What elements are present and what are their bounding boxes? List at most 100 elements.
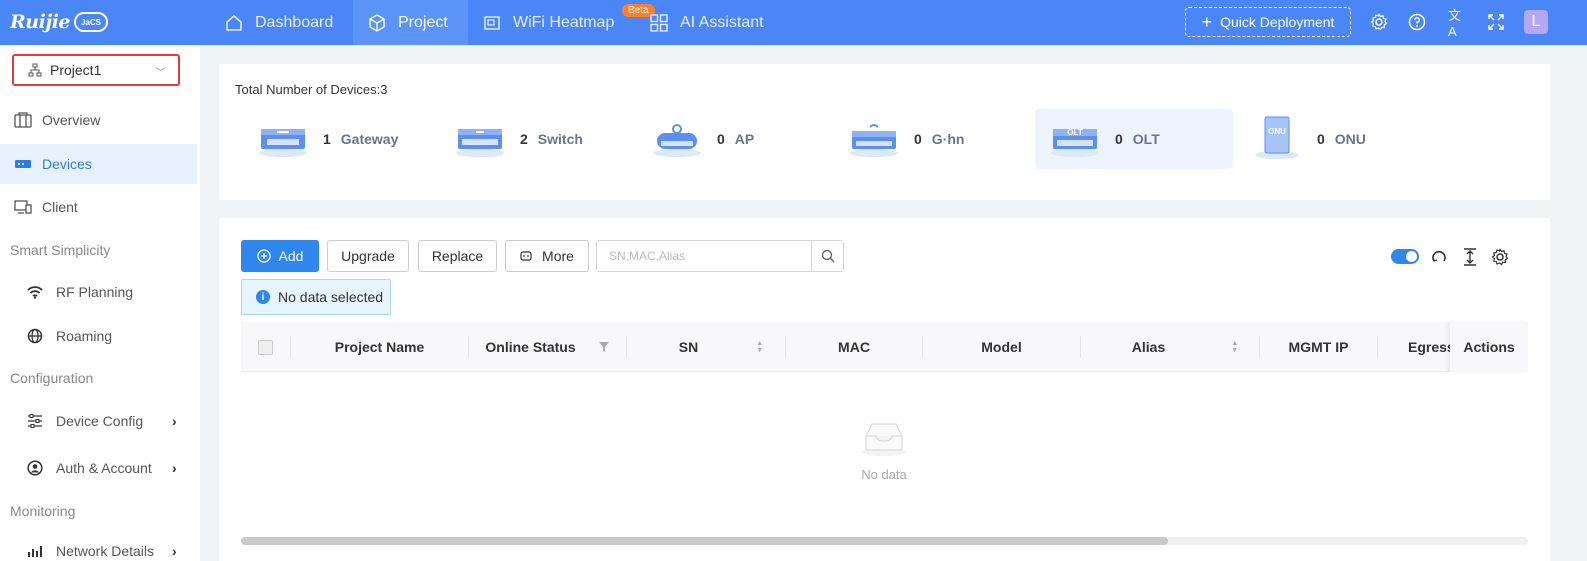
device-stat-ghn[interactable]: 0 G·hn xyxy=(826,109,1024,169)
avatar[interactable]: L xyxy=(1524,10,1548,34)
quick-deployment-button[interactable]: + Quick Deployment xyxy=(1185,7,1351,37)
device-stat-onu[interactable]: ONU 0 ONU xyxy=(1229,109,1427,169)
device-stat-switch[interactable]: 2 Switch xyxy=(432,109,630,169)
sort-icon[interactable]: ▲ ▼ xyxy=(1231,340,1238,354)
column-mgmt-ip[interactable]: MGMT IP xyxy=(1260,322,1377,372)
device-stat-olt[interactable]: OLT 0 OLT xyxy=(1035,109,1233,169)
top-navigation-bar: Ruijie JaCS Dashboard Project WiFi Heatm… xyxy=(0,0,1587,45)
more-button[interactable]: More xyxy=(505,240,589,272)
project-select[interactable]: Project1 ﹀ xyxy=(12,54,180,86)
tab-dashboard[interactable]: Dashboard xyxy=(210,0,353,45)
sidebar-item-client[interactable]: Client xyxy=(0,187,197,227)
language-icon[interactable]: 文A xyxy=(1448,8,1468,39)
column-label: Online Status xyxy=(485,339,576,355)
upgrade-button[interactable]: Upgrade xyxy=(327,240,409,272)
sidebar-item-label: Network Details xyxy=(56,543,155,559)
olt-device-icon: OLT xyxy=(1049,119,1101,159)
chart-icon xyxy=(26,544,44,558)
sidebar-item-rf-planning[interactable]: RF Planning xyxy=(0,272,197,312)
replace-label: Replace xyxy=(431,248,484,264)
column-label: Alias xyxy=(1131,339,1166,355)
sidebar-item-label: Roaming xyxy=(56,328,113,344)
sidebar-item-roaming[interactable]: Roaming xyxy=(0,316,197,356)
devices-panel: Add Upgrade Replace More i No data selec… xyxy=(219,218,1550,561)
search-button[interactable] xyxy=(811,241,843,271)
more-label: More xyxy=(542,248,574,264)
column-sn[interactable]: SN ▲ ▼ xyxy=(627,322,785,372)
search-icon xyxy=(821,249,834,263)
sidebar-item-label: Client xyxy=(42,199,78,215)
overview-icon xyxy=(14,112,32,128)
sidebar-item-label: Overview xyxy=(42,112,101,128)
sidebar: Project1 ﹀ Overview Devices Client Smart… xyxy=(0,45,200,561)
device-type-name: AP xyxy=(734,131,755,147)
quick-deployment-label: Quick Deployment xyxy=(1220,14,1335,30)
ruijie-logo[interactable]: Ruijie JaCS xyxy=(10,9,109,35)
fullscreen-icon[interactable] xyxy=(1486,12,1506,32)
device-type-name: OLT xyxy=(1132,131,1160,147)
onu-icon-label: ONU xyxy=(1268,127,1286,136)
empty-state-text: No data xyxy=(861,467,907,482)
device-type-name: Switch xyxy=(537,131,583,147)
column-height-icon[interactable] xyxy=(1460,247,1480,267)
upgrade-label: Upgrade xyxy=(341,248,395,264)
sidebar-item-devices[interactable]: Devices xyxy=(0,144,197,184)
plus-icon: + xyxy=(1201,11,1213,32)
add-button[interactable]: Add xyxy=(241,240,319,272)
heatmap-icon xyxy=(484,15,500,30)
column-model[interactable]: Model xyxy=(923,322,1080,372)
horizontal-scrollbar[interactable] xyxy=(241,537,1528,545)
chevron-right-icon: › xyxy=(172,413,177,429)
search-input[interactable] xyxy=(597,241,811,271)
tab-label: AI Assistant xyxy=(680,13,764,31)
chevron-down-icon: ﹀ xyxy=(155,67,166,79)
box-icon xyxy=(369,13,385,32)
user-circle-icon xyxy=(26,460,44,476)
sidebar-item-auth-account[interactable]: Auth & Account › xyxy=(0,448,197,488)
vertical-scrollbar[interactable] xyxy=(1568,45,1587,561)
tab-label: Dashboard xyxy=(255,13,334,31)
column-actions: Actions xyxy=(1450,322,1528,372)
tab-ai-assistant[interactable]: AI Assistant xyxy=(650,0,780,45)
device-stat-ap[interactable]: 0 AP xyxy=(629,109,827,169)
plus-circle-icon xyxy=(256,249,271,263)
switch-device-icon xyxy=(454,119,506,159)
refresh-icon[interactable] xyxy=(1429,247,1449,267)
device-count: 0 xyxy=(1317,131,1325,147)
device-summary-card: Total Number of Devices:3 1 Gateway 2 Sw… xyxy=(219,64,1550,200)
search-box xyxy=(596,240,844,272)
column-project-name[interactable]: Project Name xyxy=(291,322,468,372)
select-all-checkbox[interactable] xyxy=(258,340,273,355)
help-icon[interactable] xyxy=(1407,12,1427,32)
sidebar-item-overview[interactable]: Overview xyxy=(0,100,197,140)
sort-icon[interactable]: ▲ ▼ xyxy=(756,340,763,354)
device-stat-gateway[interactable]: 1 Gateway xyxy=(235,109,433,169)
device-type-name: G·hn xyxy=(931,131,965,147)
tab-wifi-heatmap[interactable]: WiFi Heatmap xyxy=(468,0,628,45)
globe-icon xyxy=(26,328,44,344)
view-toggle[interactable] xyxy=(1391,249,1419,264)
filter-icon[interactable] xyxy=(598,341,610,353)
home-icon xyxy=(226,14,242,31)
replace-button[interactable]: Replace xyxy=(418,240,497,272)
device-count: 0 xyxy=(717,131,725,147)
logo-text: Ruijie xyxy=(10,11,71,33)
column-label: SN xyxy=(678,339,699,355)
sidebar-item-device-config[interactable]: Device Config › xyxy=(0,401,197,441)
column-mac[interactable]: MAC xyxy=(786,322,922,372)
onu-device-icon: ONU xyxy=(1251,116,1303,159)
column-alias[interactable]: Alias ▲ ▼ xyxy=(1081,322,1259,372)
client-icon xyxy=(14,200,32,214)
gateway-device-icon xyxy=(257,119,309,159)
gear-icon[interactable] xyxy=(1369,12,1389,32)
column-settings-icon[interactable] xyxy=(1490,247,1510,267)
project-select-value: Project1 xyxy=(50,62,102,78)
scrollbar-thumb[interactable] xyxy=(241,537,1168,545)
sidebar-item-network-details[interactable]: Network Details › xyxy=(0,531,197,561)
tab-project[interactable]: Project xyxy=(353,0,468,45)
device-count: 0 xyxy=(914,131,922,147)
column-egress[interactable]: Egress xyxy=(1378,322,1450,372)
chevron-right-icon: › xyxy=(172,543,177,559)
selection-info-text: No data selected xyxy=(278,289,384,305)
column-online-status[interactable]: Online Status xyxy=(469,322,626,372)
